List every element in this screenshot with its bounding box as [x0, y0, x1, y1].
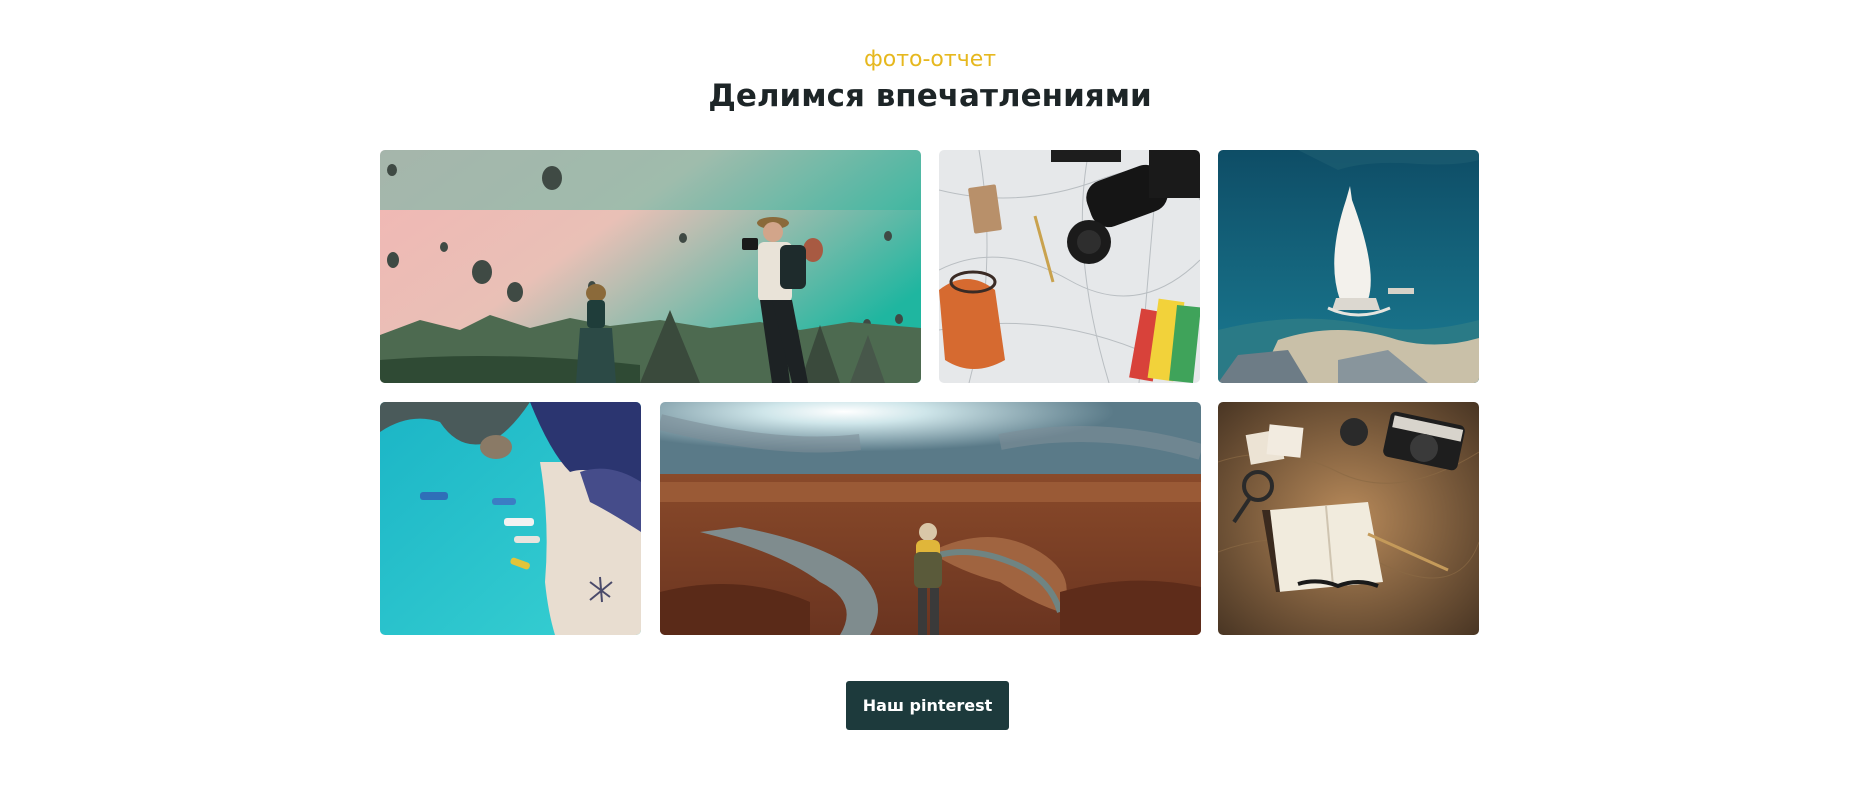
gallery-photo-canyon[interactable] — [660, 402, 1201, 635]
balloons-image — [380, 150, 921, 383]
gallery-photo-burj-al-arab[interactable] — [1218, 150, 1479, 383]
burj-al-arab-image — [1218, 150, 1479, 383]
gallery-photo-turquoise-beach[interactable] — [380, 402, 641, 635]
turquoise-beach-image — [380, 402, 641, 635]
section-title: Делимся впечатлениями — [708, 78, 1152, 114]
section-eyebrow: фото-отчет — [863, 47, 997, 72]
gallery-photo-balloons[interactable] — [380, 150, 921, 383]
pinterest-button[interactable]: Наш pinterest — [846, 681, 1009, 730]
canyon-image — [660, 402, 1201, 635]
gallery-photo-vintage-camera[interactable] — [1218, 402, 1479, 635]
map-flatlay-image — [939, 150, 1200, 383]
vintage-camera-image — [1218, 402, 1479, 635]
gallery-photo-map-flatlay[interactable] — [939, 150, 1200, 383]
